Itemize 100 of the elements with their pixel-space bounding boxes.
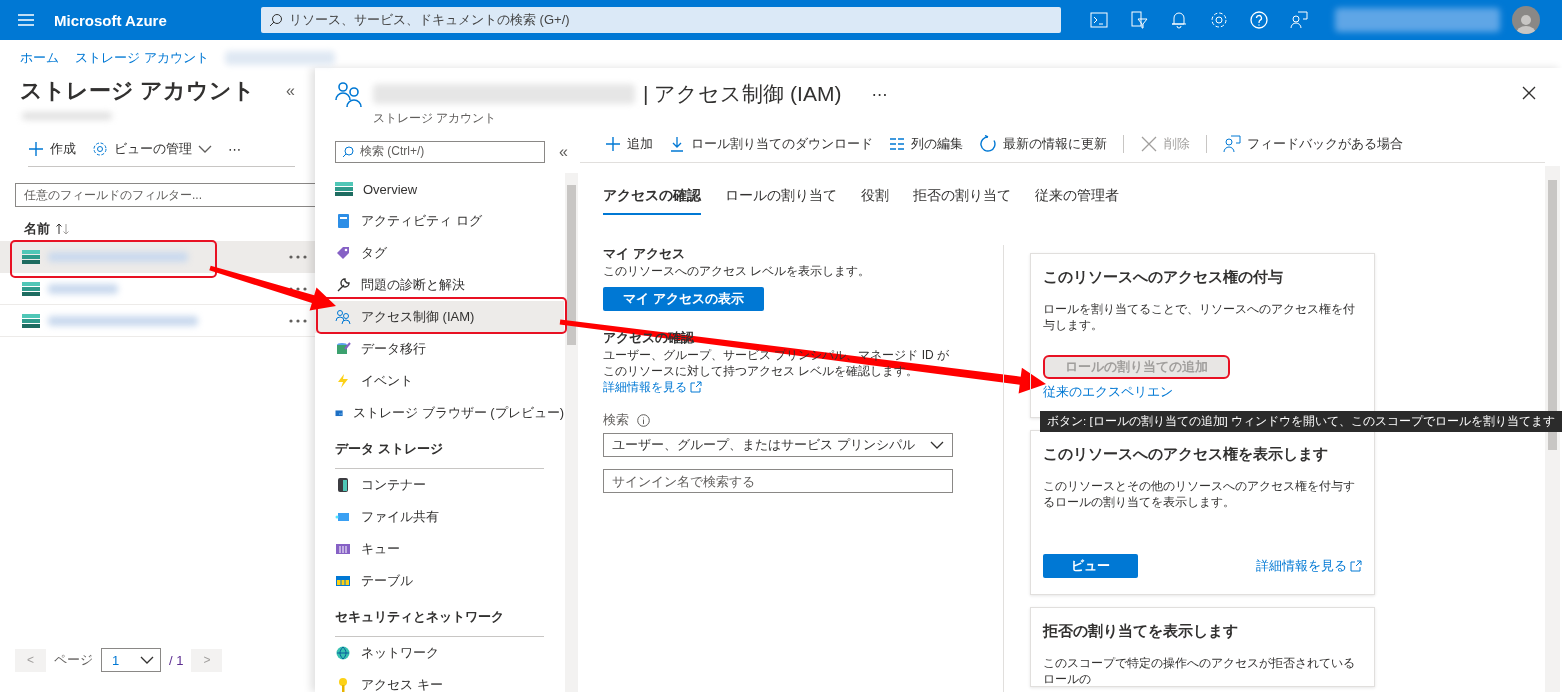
queue-icon xyxy=(335,541,351,557)
storage-icon xyxy=(22,281,40,296)
database-icon xyxy=(335,341,351,357)
search-placeholder: 検索 (Ctrl+/) xyxy=(360,143,425,160)
toolbar-button[interactable]: ロール割り当てのダウンロード xyxy=(669,135,873,153)
container-icon xyxy=(335,477,351,493)
tag-icon xyxy=(335,245,351,261)
menu-item[interactable]: ストレージ ブラウザー (プレビュー) xyxy=(315,397,564,429)
tab[interactable]: アクセスの確認 xyxy=(603,187,701,215)
avatar-icon[interactable] xyxy=(1512,6,1540,34)
search-icon xyxy=(269,13,283,27)
menu-item[interactable]: ネットワーク xyxy=(315,637,564,669)
menu-item[interactable]: タグ xyxy=(315,237,564,269)
sort-icon xyxy=(56,223,70,235)
tab[interactable]: 従来の管理者 xyxy=(1035,187,1119,215)
people-icon xyxy=(335,80,363,108)
table-icon xyxy=(335,573,351,589)
collapse-button[interactable]: « xyxy=(559,142,568,161)
info-icon xyxy=(637,413,650,427)
toolbar-button[interactable]: 最新の情報に更新 xyxy=(979,135,1107,153)
tab[interactable]: 役割 xyxy=(861,187,889,215)
card-title: 拒否の割り当てを表示します xyxy=(1043,622,1239,641)
card-description: このリソースとその他のリソースへのアクセス権を付与するロールの割り当てを表示します。 xyxy=(1043,478,1356,510)
menu-item[interactable]: 問題の診断と解決 xyxy=(315,269,564,301)
menu-item[interactable]: イベント xyxy=(315,365,564,397)
page-total: / 1 xyxy=(169,652,184,668)
card-description: このスコープで特定の操作へのアクセスが拒否されているロールの xyxy=(1043,655,1356,687)
plus-icon xyxy=(605,136,621,152)
menu-item[interactable]: データ移行 xyxy=(315,333,564,365)
sign-in-search-field[interactable]: サインイン名で検索する xyxy=(603,469,953,493)
section-heading: セキュリティとネットワーク xyxy=(335,597,544,637)
wrench-icon xyxy=(335,277,351,293)
view-my-access-button[interactable]: マイ アクセスの表示 xyxy=(603,287,764,311)
globe-icon xyxy=(335,645,351,661)
chevron-down-icon xyxy=(140,655,154,665)
section-heading: データ ストレージ xyxy=(335,429,544,469)
scrollbar[interactable] xyxy=(1545,166,1560,692)
lightning-icon xyxy=(335,373,351,389)
menu-item[interactable]: キュー xyxy=(315,533,564,565)
collapse-button[interactable]: « xyxy=(286,82,295,100)
more-button[interactable]: ⋯ xyxy=(871,84,888,104)
column-header[interactable]: 名前 xyxy=(24,220,50,238)
card-title: このリソースへのアクセス権を表示します xyxy=(1043,445,1329,464)
menu-item[interactable]: Overview xyxy=(315,173,564,205)
legacy-experience-link[interactable]: 従来のエクスペリエン xyxy=(1043,383,1362,401)
more-icon[interactable] xyxy=(289,254,307,259)
storage-icon xyxy=(22,313,40,328)
menu-item[interactable]: ファイル共有 xyxy=(315,501,564,533)
more-button[interactable]: ⋯ xyxy=(228,141,241,157)
menu-item[interactable]: テーブル xyxy=(315,565,564,597)
menu-item[interactable]: アクティビティ ログ xyxy=(315,205,564,237)
learn-more-link[interactable]: 詳細情報を見る xyxy=(603,379,702,395)
tooltip: ボタン: [ロールの割り当ての追加] ウィンドウを開いて、このスコープでロールを割り当てます xyxy=(1040,411,1562,432)
plus-icon xyxy=(28,141,44,157)
external-link-icon xyxy=(1350,560,1362,572)
breadcrumb-link[interactable]: ホーム xyxy=(20,49,59,67)
create-button[interactable]: 作成 xyxy=(28,140,76,158)
people-icon xyxy=(335,309,351,325)
card-title: このリソースへのアクセス権の付与 xyxy=(1043,268,1284,287)
manage-view-button[interactable]: ビューの管理 xyxy=(92,140,212,158)
close-icon xyxy=(1140,135,1158,153)
storage-icon xyxy=(22,249,40,264)
search-icon xyxy=(342,145,354,158)
chevron-down-icon xyxy=(930,440,944,450)
tab[interactable]: ロールの割り当て xyxy=(725,187,837,215)
settings-icon xyxy=(92,141,108,157)
breadcrumb-link[interactable]: ストレージ アカウント xyxy=(75,49,209,67)
learn-more-link[interactable]: 詳細情報を見る xyxy=(1256,557,1362,575)
download-icon xyxy=(669,136,685,152)
storage-icon xyxy=(335,182,353,196)
menu-search-field[interactable]: 検索 (Ctrl+/) xyxy=(335,140,545,163)
tab[interactable]: 拒否の割り当て xyxy=(913,187,1011,215)
search-placeholder: リソース、サービス、ドキュメントの検索 (G+/) xyxy=(289,11,570,29)
search-field[interactable]: リソース、サービス、ドキュメントの検索 (G+/) xyxy=(261,7,1061,33)
menu-item[interactable]: アクセス制御 (IAM) xyxy=(315,301,564,333)
chevron-down-icon xyxy=(198,144,212,154)
toolbar-button[interactable]: 追加 xyxy=(605,135,653,153)
principal-dropdown[interactable]: ユーザー、グループ、またはサービス プリンシパル xyxy=(603,433,953,457)
columns-icon xyxy=(889,136,905,152)
field-label: 検索 xyxy=(603,411,629,429)
book-icon xyxy=(335,213,351,229)
refresh-icon xyxy=(979,135,997,153)
table-row[interactable] xyxy=(0,241,315,273)
toolbar-button[interactable]: フィードバックがある場合 xyxy=(1223,135,1403,153)
toolbar-button[interactable]: 列の編集 xyxy=(889,135,963,153)
menu-item[interactable]: アクセス キー xyxy=(315,669,564,692)
more-icon[interactable] xyxy=(289,318,307,323)
blade-title: | アクセス制御 (IAM) xyxy=(643,81,842,107)
scrollbar[interactable] xyxy=(565,173,578,692)
filter-field[interactable]: 任意のフィールドのフィルター... xyxy=(15,183,315,207)
page-title: ストレージ アカウント xyxy=(20,77,256,105)
menu-item[interactable]: コンテナー xyxy=(315,469,564,501)
blurred-name xyxy=(48,283,118,294)
page-select[interactable]: 1 xyxy=(101,648,161,672)
description: このリソースへのアクセス レベルを表示します。 xyxy=(603,263,872,279)
page-label: ページ xyxy=(54,651,93,669)
view-button[interactable]: ビュー xyxy=(1043,554,1138,578)
feedback-icon xyxy=(1223,135,1241,153)
menu-icon[interactable] xyxy=(18,13,34,27)
external-link-icon xyxy=(690,381,702,393)
